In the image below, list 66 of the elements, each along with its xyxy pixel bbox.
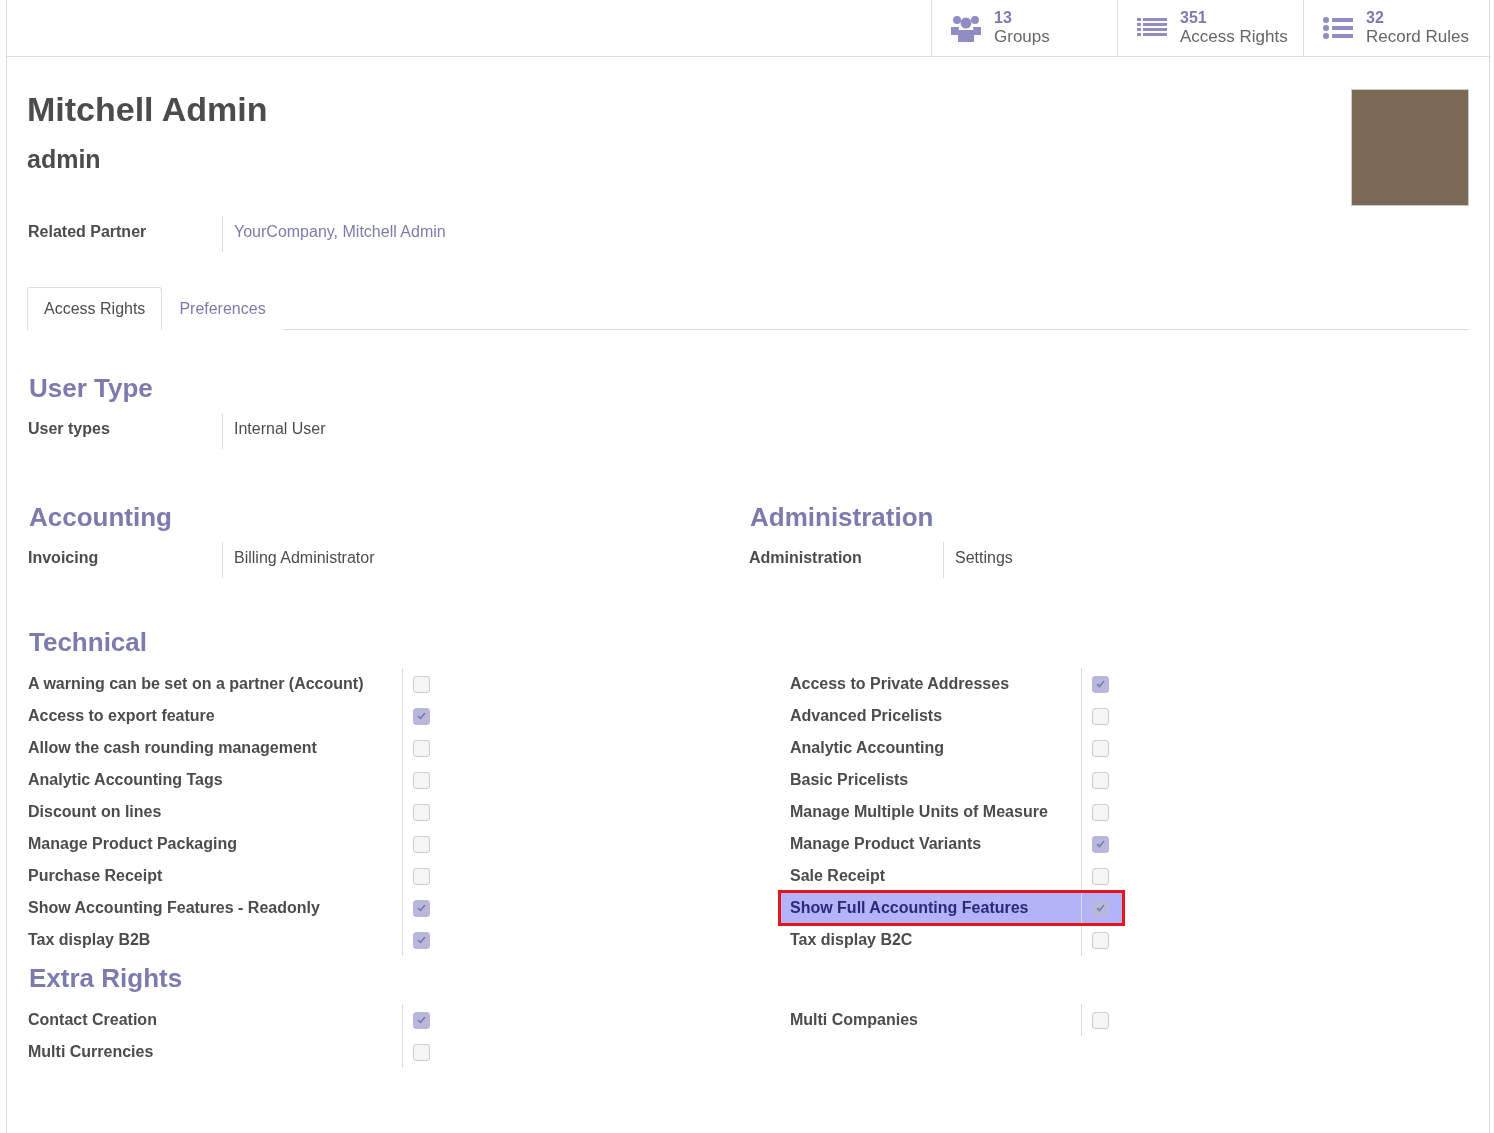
check-icon (417, 712, 426, 720)
checkbox[interactable] (413, 867, 430, 885)
field-value: Settings (943, 542, 1024, 578)
checkbox-label: Purchase Receipt (27, 866, 164, 886)
section-title: Accounting (28, 501, 173, 533)
checkbox[interactable] (1091, 675, 1109, 693)
checkbox[interactable] (1091, 931, 1109, 949)
field-label: Related Partner (27, 222, 148, 242)
check-icon (417, 1016, 426, 1024)
checkbox[interactable] (413, 931, 430, 949)
section-title: Technical (28, 626, 148, 658)
checkbox-label: Sale Receipt (788, 866, 887, 886)
checkbox[interactable] (1091, 803, 1109, 821)
checkbox-label: Analytic Accounting Tags (27, 770, 224, 790)
checkbox[interactable] (413, 675, 430, 693)
checkbox-label: Manage Product Packaging (27, 834, 238, 854)
checkbox[interactable] (1091, 1011, 1109, 1029)
user-login: admin (27, 144, 102, 175)
checkbox-label: Multi Currencies (27, 1042, 155, 1062)
section-title: Extra Rights (28, 962, 184, 994)
checkbox[interactable] (1091, 899, 1109, 917)
section-title: Administration (749, 501, 935, 533)
check-icon (1095, 904, 1105, 912)
checkbox-label: Access to export feature (27, 706, 216, 726)
checkbox[interactable] (1091, 867, 1109, 885)
field-label: Administration (748, 548, 863, 568)
checkbox[interactable] (1091, 707, 1109, 725)
group-icon (950, 13, 982, 43)
checkbox[interactable] (413, 771, 430, 789)
tab[interactable]: Access Rights (27, 287, 163, 330)
checkbox-label: Access to Private Addresses (788, 674, 1011, 694)
check-icon (1095, 840, 1105, 848)
check-icon (417, 904, 426, 912)
section-title: User Type (28, 372, 154, 404)
checkbox[interactable] (413, 1011, 430, 1029)
field-value: Billing Administrator (222, 542, 386, 578)
user-name: Mitchell Admin (27, 89, 268, 130)
checkbox[interactable] (1091, 739, 1109, 757)
field-value: Internal User (222, 413, 337, 449)
checkbox[interactable] (413, 739, 430, 757)
checkbox-label: A warning can be set on a partner (Account) (27, 674, 365, 694)
checkbox-label: Show Accounting Features - Readonly (27, 898, 321, 918)
checkbox-label: Analytic Accounting (788, 738, 946, 758)
checkbox[interactable] (1091, 771, 1109, 789)
checkbox[interactable] (413, 835, 430, 853)
checkbox-label: Allow the cash rounding management (27, 738, 318, 758)
checkbox-label: Discount on lines (27, 802, 163, 822)
field-label: Invoicing (27, 548, 100, 568)
checkbox-label: Multi Companies (788, 1010, 919, 1030)
field-label: User types (27, 419, 111, 439)
checkbox[interactable] (413, 899, 430, 917)
check-icon (1095, 680, 1105, 688)
checkbox-label: Manage Product Variants (788, 834, 983, 854)
checkbox-label: Manage Multiple Units of Measure (788, 802, 1049, 822)
checkbox-label: Contact Creation (27, 1010, 158, 1030)
checkbox[interactable] (413, 707, 430, 725)
check-icon (417, 936, 426, 944)
checkbox[interactable] (413, 803, 430, 821)
checkbox-label: Tax display B2B (27, 930, 152, 950)
checkbox[interactable] (413, 1043, 430, 1061)
checkbox-label: Basic Pricelists (788, 770, 910, 790)
partner-link[interactable]: YourCompany, Mitchell Admin (234, 223, 446, 240)
checkbox[interactable] (1091, 835, 1109, 853)
checkbox-label: Advanced Pricelists (788, 706, 944, 726)
checkbox-label: Tax display B2C (788, 930, 914, 950)
checkbox-label: Show Full Accounting Features (788, 898, 1030, 918)
